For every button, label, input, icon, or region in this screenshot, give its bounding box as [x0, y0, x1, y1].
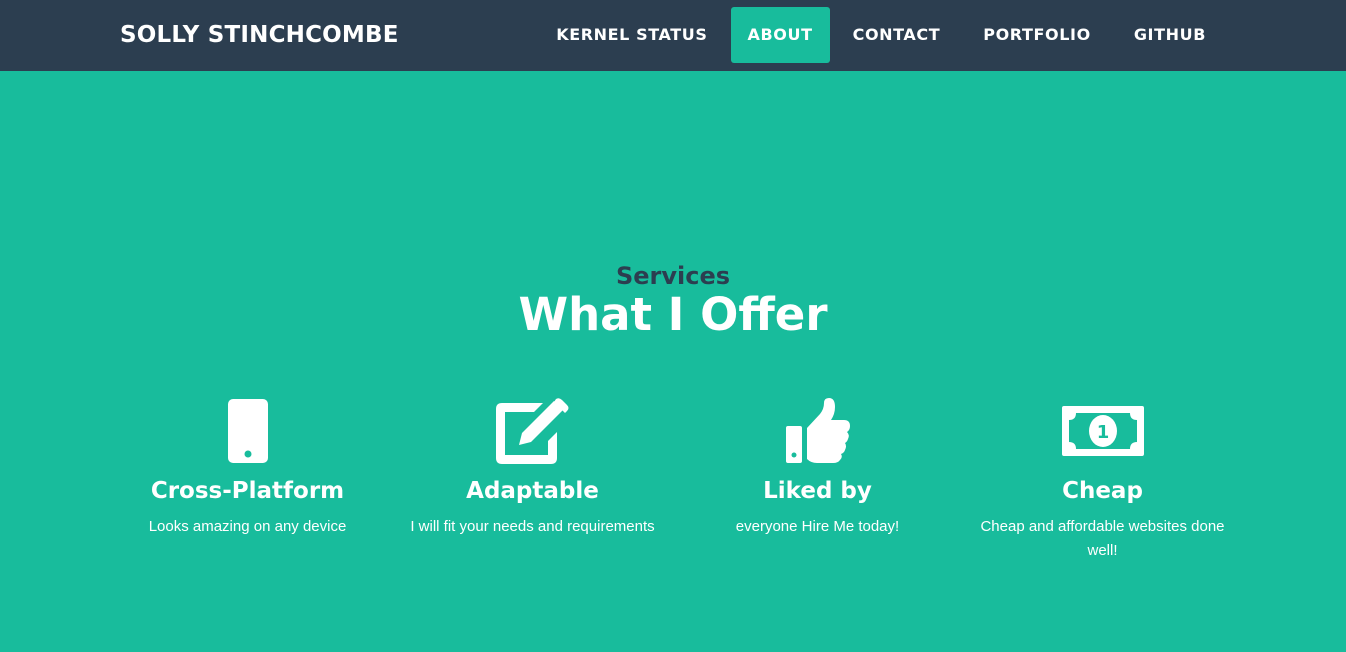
brand-link[interactable]: SOLLY STINCHCOMBE	[120, 0, 399, 71]
service-adaptable: Adaptable I will fit your needs and requ…	[390, 396, 675, 563]
edit-icon	[390, 396, 675, 466]
services-grid: Cross-Platform Looks amazing on any devi…	[105, 396, 1245, 563]
service-title: Adaptable	[466, 478, 599, 504]
service-description: Looks amazing on any device	[148, 518, 347, 535]
nav-menu: KERNEL STATUS ABOUT CONTACT PORTFOLIO GI…	[533, 7, 1226, 63]
service-cross-platform: Cross-Platform Looks amazing on any devi…	[105, 396, 390, 563]
service-description: everyone Hire Me today!	[735, 518, 900, 535]
mobile-icon	[105, 396, 390, 466]
service-description: Cheap and affordable websites done well!	[980, 518, 1225, 559]
navbar: SOLLY STINCHCOMBE KERNEL STATUS ABOUT CO…	[0, 0, 1346, 71]
thumbs-up-icon	[675, 396, 960, 466]
nav-item-contact[interactable]: CONTACT	[833, 7, 961, 63]
nav-item-about[interactable]: ABOUT	[730, 7, 830, 63]
money-icon: 1	[960, 396, 1245, 466]
service-cheap: 1 Cheap Cheap and affordable websites do…	[960, 396, 1245, 563]
svg-text:1: 1	[1096, 422, 1109, 443]
nav-item-kernel-status[interactable]: KERNEL STATUS	[536, 7, 727, 63]
service-title: Cheap	[1062, 478, 1143, 504]
services-header: Services What I Offer	[0, 258, 1346, 340]
service-title: Liked by	[763, 478, 872, 504]
service-description: I will fit your needs and requirements	[410, 518, 655, 535]
service-liked-by: Liked by everyone Hire Me today!	[675, 396, 960, 563]
section-title: What I Offer	[518, 288, 828, 341]
nav-item-github[interactable]: GITHUB	[1114, 7, 1226, 63]
nav-item-portfolio[interactable]: PORTFOLIO	[963, 7, 1111, 63]
service-title: Cross-Platform	[150, 478, 345, 504]
